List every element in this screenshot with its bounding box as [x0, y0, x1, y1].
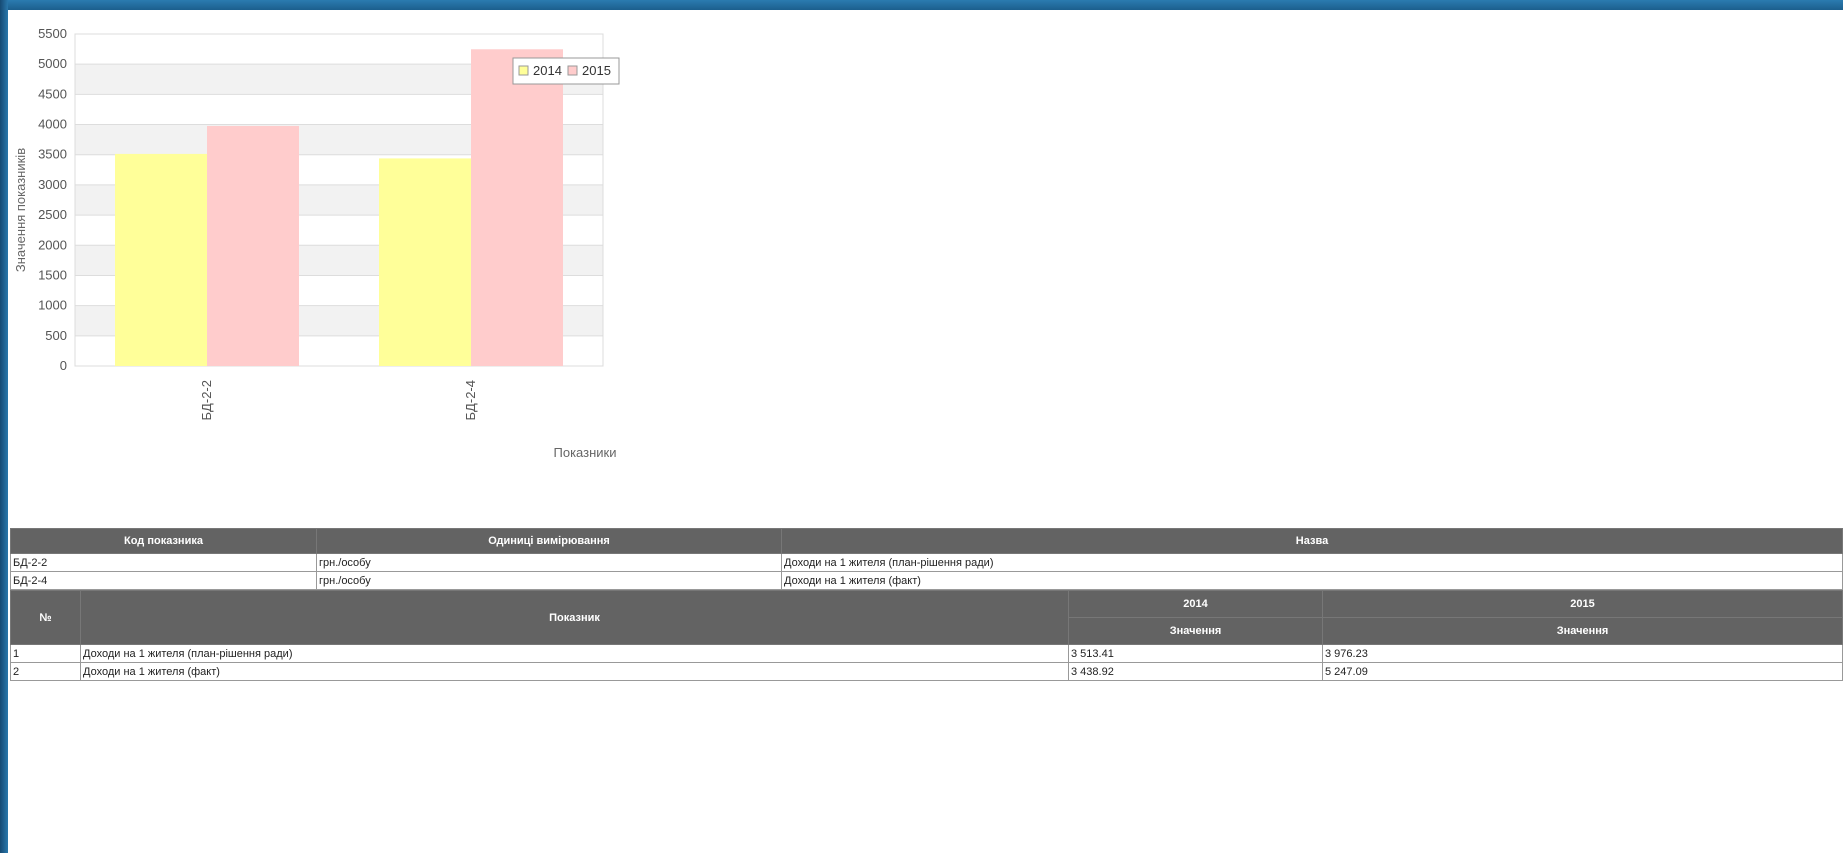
y-tick-label: 4000 — [38, 117, 67, 132]
cell-value-2014: 3 513.41 — [1068, 644, 1323, 663]
y-tick-label: 3000 — [38, 177, 67, 192]
cell-number: 2 — [10, 662, 81, 681]
cell-value-2015: 5 247.09 — [1322, 662, 1843, 681]
header-code: Код показника — [10, 528, 317, 554]
y-tick-label: 1000 — [38, 298, 67, 313]
table-row: БД-2-2 грн./особу Доходи на 1 жителя (пл… — [10, 553, 1843, 572]
bar-chart: 0 500 1000 1500 2000 2500 3000 3500 4000 4500 5000… — [13, 26, 620, 460]
y-axis-title: Значення показників — [13, 148, 28, 272]
cell-number: 1 — [10, 644, 81, 663]
cell-indicator: Доходи на 1 жителя (факт) — [80, 662, 1069, 681]
header-value-2014: Значення — [1068, 617, 1323, 645]
cell-units: грн./особу — [316, 553, 782, 572]
bar-2015-БД-2-4 — [471, 49, 563, 366]
cell-indicator: Доходи на 1 жителя (план-рішення ради) — [80, 644, 1069, 663]
indicator-values-table: № Показник 2014 2015 Значення Значення 1… — [10, 590, 1843, 681]
table-row: 2 Доходи на 1 жителя (факт) 3 438.92 5 2… — [10, 662, 1843, 681]
header-name: Назва — [781, 528, 1843, 554]
report-canvas: 0 500 1000 1500 2000 2500 3000 3500 4000 4500 5000… — [8, 10, 1843, 853]
y-tick-label: 2000 — [38, 237, 67, 252]
y-tick-label: 500 — [45, 328, 67, 343]
table-row: 1 Доходи на 1 жителя (план-рішення ради)… — [10, 644, 1843, 663]
y-tick-label: 5500 — [38, 26, 67, 41]
legend-swatch-2014 — [518, 65, 529, 76]
y-tick-label: 3500 — [38, 147, 67, 162]
x-tick-label: БД-2-2 — [199, 380, 214, 420]
header-number: № — [10, 590, 81, 645]
y-tick-label: 1500 — [38, 267, 67, 282]
cell-value-2014: 3 438.92 — [1068, 662, 1323, 681]
cell-value-2015: 3 976.23 — [1322, 644, 1843, 663]
bar-2015-БД-2-2 — [207, 125, 299, 366]
indicator-info-table: Код показника Одиниці вимірювання Назва … — [10, 528, 1843, 590]
cell-code: БД-2-2 — [10, 553, 317, 572]
x-axis-title: Показники — [554, 445, 617, 460]
y-tick-labels: 0 500 1000 1500 2000 2500 3000 3500 4000 4500 5000… — [38, 26, 67, 373]
chart-legend: 2014 2015 — [512, 57, 620, 85]
x-tick-labels: БД-2-2 БД-2-4 — [199, 380, 478, 420]
header-year-2014: 2014 — [1068, 590, 1323, 618]
header-units: Одиниці вимірювання — [316, 528, 782, 554]
table-row: БД-2-4 грн./особу Доходи на 1 жителя (фа… — [10, 571, 1843, 590]
bar-2014-БД-2-4 — [379, 158, 471, 366]
cell-name: Доходи на 1 жителя (факт) — [781, 571, 1843, 590]
header-value-2015: Значення — [1322, 617, 1843, 645]
cell-code: БД-2-4 — [10, 571, 317, 590]
cell-units: грн./особу — [316, 571, 782, 590]
bar-2014-БД-2-2 — [115, 153, 207, 366]
y-tick-label: 4500 — [38, 86, 67, 101]
legend-swatch-2015 — [567, 65, 578, 76]
legend-label-2015: 2015 — [582, 63, 611, 78]
header-year-2015: 2015 — [1322, 590, 1843, 618]
x-tick-label: БД-2-4 — [463, 380, 478, 420]
y-tick-label: 5000 — [38, 56, 67, 71]
y-tick-label: 2500 — [38, 207, 67, 222]
cell-name: Доходи на 1 жителя (план-рішення ради) — [781, 553, 1843, 572]
left-border — [0, 0, 8, 853]
header-indicator: Показник — [80, 590, 1069, 645]
top-border — [0, 0, 1843, 10]
legend-label-2014: 2014 — [533, 63, 562, 78]
y-tick-label: 0 — [60, 358, 67, 373]
